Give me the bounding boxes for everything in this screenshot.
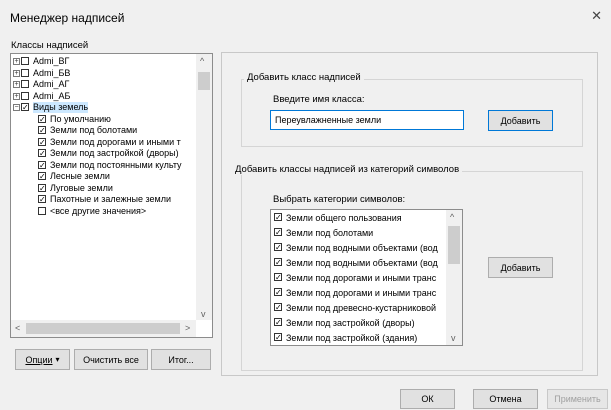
category-item-label: Земли под застройкой (дворы)	[286, 318, 415, 328]
scroll-right-icon[interactable]: >	[185, 323, 190, 333]
category-item-checkbox[interactable]: ✓	[274, 228, 282, 237]
tree-item-checkbox[interactable]	[21, 80, 29, 88]
tree-item[interactable]: − ✓ Виды земель	[11, 102, 197, 114]
expand-icon[interactable]: +	[13, 92, 20, 100]
category-item-label: Земли под водными объектами (вод	[286, 258, 438, 268]
add-categories-button[interactable]: Добавить	[488, 257, 553, 278]
tree-item-label: Земли под дорогами и иными т	[50, 136, 181, 147]
tree-item[interactable]: ✓ Луговые земли	[11, 183, 197, 195]
category-item-checkbox[interactable]: ✓	[274, 303, 282, 312]
summary-button[interactable]: Итог...	[151, 349, 211, 370]
tree-item[interactable]: + Admi_БВ	[11, 68, 197, 80]
close-icon[interactable]: ✕	[591, 8, 602, 24]
category-item-label: Земли под дорогами и иными транс	[286, 273, 437, 283]
tree-item-label: <все другие значения>	[50, 205, 147, 216]
collapse-icon[interactable]: −	[13, 104, 20, 111]
apply-button[interactable]: Применить	[547, 389, 608, 409]
tree-item-checkbox[interactable]: ✓	[38, 137, 46, 146]
tree-item-label: Лесные земли	[50, 171, 110, 181]
options-button[interactable]: Опции ▾	[15, 349, 70, 370]
category-item-checkbox[interactable]: ✓	[274, 243, 282, 252]
tree-item[interactable]: <все другие значения>	[11, 206, 197, 218]
tree-item-label: Admi_АГ	[33, 79, 70, 89]
tree-item[interactable]: ✓ Земли под постоянными культу	[11, 160, 197, 172]
category-item-checkbox[interactable]: ✓	[274, 333, 282, 342]
tree-item[interactable]: ✓ Лесные земли	[11, 171, 197, 183]
label-classes-heading: Классы надписей	[11, 40, 89, 51]
tree-item-checkbox[interactable]	[21, 68, 29, 77]
scroll-up-icon[interactable]: ^	[200, 56, 204, 66]
window-title: Менеджер надписей	[10, 11, 125, 25]
class-name-prompt: Введите имя класса:	[273, 94, 365, 105]
tree-item-label: Виды земель	[33, 102, 89, 113]
add-class-legend: Добавить класс надписей	[244, 72, 364, 83]
scroll-up-icon[interactable]: ^	[450, 212, 454, 222]
cancel-button[interactable]: Отмена	[473, 389, 538, 409]
tree-item-label: Admi_БВ	[33, 67, 71, 78]
tree-item-checkbox[interactable]	[21, 91, 29, 100]
tree-vertical-scroll-thumb[interactable]	[198, 72, 210, 90]
select-categories-prompt: Выбрать категории символов:	[273, 194, 406, 205]
tree-item-checkbox[interactable]: ✓	[38, 172, 46, 181]
category-item-label: Земли под древесно-кустарниковой	[286, 303, 436, 313]
expand-icon[interactable]: +	[13, 58, 20, 65]
tree-item-label: Земли под застройкой (дворы)	[50, 148, 179, 158]
add-class-button[interactable]: Добавить	[488, 110, 553, 131]
category-item-label: Земли под застройкой (здания)	[286, 333, 418, 343]
category-item-checkbox[interactable]: ✓	[274, 258, 282, 267]
symbol-categories-list[interactable]: ✓ Земли общего пользования ✓ Земли под боло…	[270, 209, 463, 346]
tree-item[interactable]: ✓ Пахотные и залежные земли	[11, 194, 197, 206]
tree-item[interactable]: ✓ Земли под застройкой (дворы)	[11, 148, 197, 160]
add-from-categories-legend: Добавить классы надписей из категорий си…	[232, 164, 463, 175]
expand-icon[interactable]: +	[13, 69, 20, 77]
scroll-down-icon[interactable]: v	[201, 309, 206, 319]
tree-item-checkbox[interactable]: ✓	[38, 126, 46, 135]
category-item-checkbox[interactable]: ✓	[274, 273, 282, 282]
tree-item-checkbox[interactable]: ✓	[38, 195, 46, 204]
category-item-label: Земли под водными объектами (вод	[286, 243, 438, 253]
clear-all-button[interactable]: Очистить все	[74, 349, 148, 370]
tree-item-checkbox[interactable]: ✓	[21, 103, 29, 112]
tree-item-checkbox[interactable]	[38, 206, 46, 215]
ok-button[interactable]: ОК	[400, 389, 455, 409]
tree-item-checkbox[interactable]	[21, 57, 29, 65]
tree-item-label: Земли под болотами	[50, 125, 138, 135]
tree-item-checkbox[interactable]: ✓	[38, 160, 46, 169]
expand-icon[interactable]: +	[13, 81, 20, 88]
tree-item-checkbox[interactable]: ✓	[38, 114, 46, 123]
dropdown-arrow-icon: ▾	[55, 355, 60, 364]
categories-scroll-thumb[interactable]	[448, 226, 460, 264]
tree-item-label: Admi_ВГ	[33, 56, 70, 66]
tree-horizontal-scroll-thumb[interactable]	[26, 323, 180, 334]
tree-item-checkbox[interactable]: ✓	[38, 149, 46, 158]
tree-item-label: Луговые земли	[50, 182, 113, 193]
tree-item-checkbox[interactable]: ✓	[38, 183, 46, 192]
class-name-input[interactable]: Переувлажненные земли	[270, 110, 464, 130]
tree-item[interactable]: + Admi_АБ	[11, 91, 197, 103]
category-item-label: Земли под болотами	[286, 228, 374, 238]
tree-item[interactable]: ✓ Земли под дорогами и иными т	[11, 137, 197, 149]
tree-item-label: Admi_АБ	[33, 90, 71, 101]
tree-item-label: По умолчанию	[50, 113, 111, 124]
category-item-label: Земли общего пользования	[286, 213, 402, 223]
tree-vertical-scrollbar[interactable]	[196, 54, 212, 320]
tree-item[interactable]: ✓ По умолчанию	[11, 114, 197, 126]
tree-item-label: Пахотные и залежные земли	[50, 194, 172, 204]
category-item-checkbox[interactable]: ✓	[274, 318, 282, 327]
tree-item[interactable]: ✓ Земли под болотами	[11, 125, 197, 137]
tree-item[interactable]: + Admi_АГ	[11, 79, 197, 91]
category-item-label: Земли под дорогами и иными транс	[286, 288, 437, 298]
tree-item-label: Земли под постоянными культу	[50, 159, 182, 170]
options-button-label: Опции	[25, 354, 53, 365]
tree-item[interactable]: + Admi_ВГ	[11, 56, 197, 68]
category-item-checkbox[interactable]: ✓	[274, 213, 282, 222]
scroll-left-icon[interactable]: <	[15, 323, 20, 333]
label-classes-tree[interactable]: + Admi_ВГ + Admi_БВ + Admi_АГ + Admi_АБ − ✓ Виды з…	[10, 53, 213, 338]
scroll-down-icon[interactable]: v	[451, 333, 456, 343]
category-item-checkbox[interactable]: ✓	[274, 288, 282, 297]
